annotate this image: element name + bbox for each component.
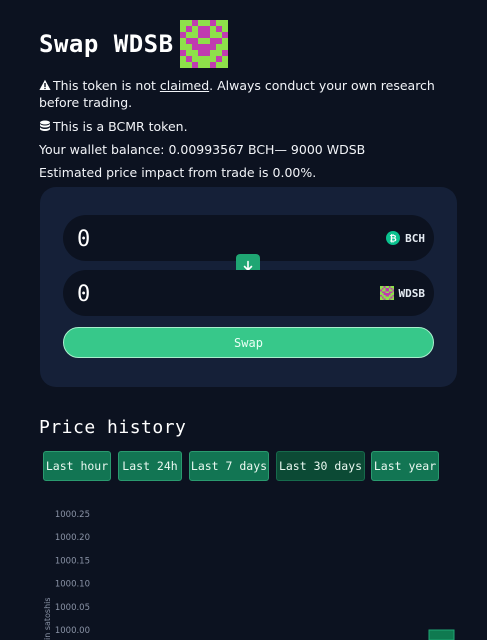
wdsb-small-icon: [379, 286, 394, 300]
wallet-balance: Your wallet balance: 0.00993567 BCH— 900…: [39, 142, 366, 157]
range-last-hour-button[interactable]: Last hour: [43, 451, 111, 481]
swap-page: Swap WDSB This token is not claimed. Alw…: [0, 0, 487, 640]
from-token-label: BCH: [405, 231, 425, 245]
to-token-label: WDSB: [398, 286, 426, 300]
svg-text:₿: ₿: [389, 234, 396, 245]
from-amount-input[interactable]: [75, 222, 329, 256]
page-title: Swap WDSB: [39, 30, 174, 58]
y-tick-label: 1000.10: [55, 580, 90, 590]
y-tick-label: 1000.15: [55, 556, 90, 566]
to-token-selector[interactable]: WDSB: [379, 284, 426, 302]
y-tick-label: 1000.00: [55, 626, 90, 636]
warning-text-start: This token is not: [53, 78, 160, 93]
range-last-30-days-button[interactable]: Last 30 days: [276, 451, 365, 481]
database-icon: [40, 120, 50, 131]
price-history-title: Price history: [39, 417, 187, 438]
bch-icon: ₿: [386, 231, 401, 245]
from-token-selector[interactable]: ₿ BCH: [386, 229, 425, 247]
y-tick-label: 1000.20: [55, 533, 90, 543]
swap-panel: ₿ BCH WDSB Swap: [40, 187, 457, 387]
range-last-year-button[interactable]: Last year: [371, 451, 439, 481]
to-amount-row: WDSB: [63, 270, 434, 316]
range-last-7-days-button[interactable]: Last 7 days: [189, 451, 269, 481]
y-axis-label: in satoshis: [43, 597, 52, 640]
swap-button[interactable]: Swap: [63, 327, 434, 358]
price-history-chart: 1000.25 1000.20 1000.15 1000.10 1000.05 1000.…: [43, 510, 455, 640]
y-tick-label: 1000.05: [55, 603, 90, 613]
warning-icon: [39, 79, 51, 90]
price-bar[interactable]: [428, 629, 455, 640]
range-last-24h-button[interactable]: Last 24h: [118, 451, 182, 481]
bcmr-text: This is a BCMR token.: [53, 119, 188, 134]
header: Swap WDSB: [39, 20, 228, 68]
y-tick-label: 1000.25: [55, 510, 90, 520]
wdsb-token-icon: [179, 20, 228, 68]
price-impact: Estimated price impact from trade is 0.0…: [39, 165, 317, 180]
to-amount-input[interactable]: [75, 277, 329, 311]
claimed-link[interactable]: claimed: [160, 78, 209, 93]
bcmr-notice: This is a BCMR token.: [39, 118, 449, 135]
unclaimed-warning: This token is not claimed. Always conduc…: [39, 77, 449, 111]
